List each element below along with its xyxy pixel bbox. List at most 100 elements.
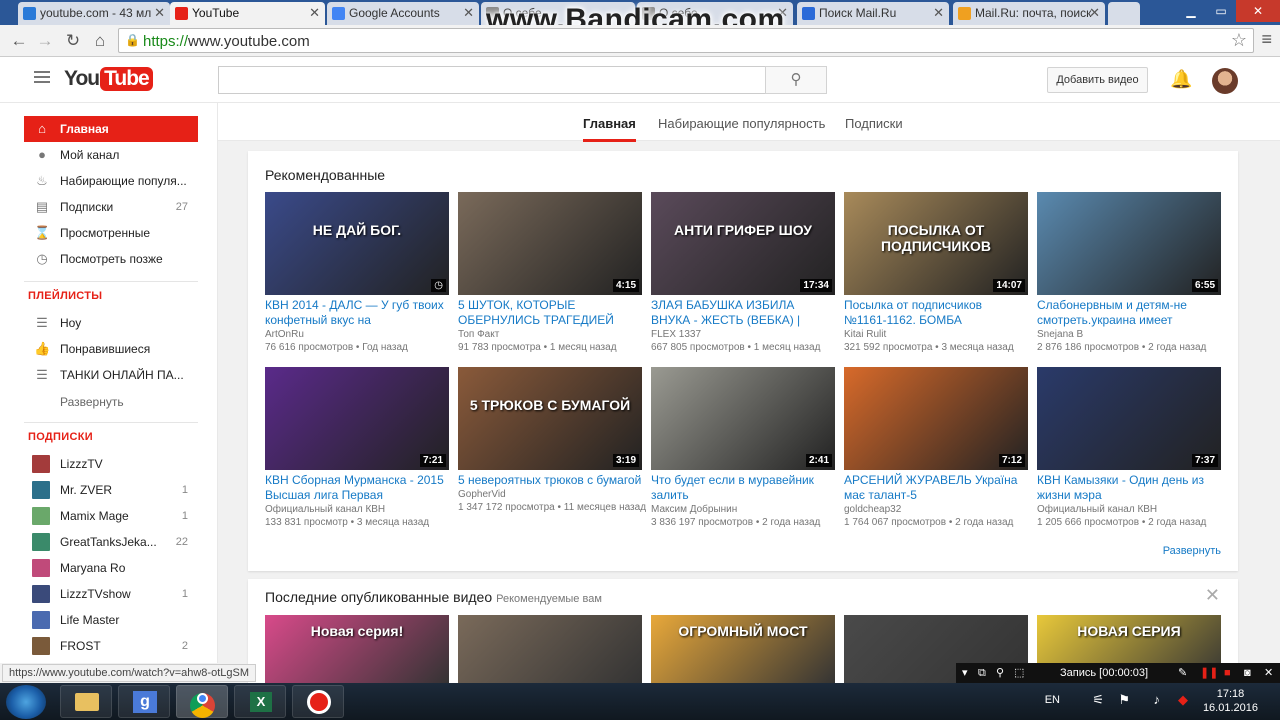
video-title[interactable]: АРСЕНИЙ ЖУРАВЕЛЬ Україна має талант-5 — [844, 473, 1028, 503]
address-bar[interactable]: 🔒 https://www.youtube.com ☆ — [118, 28, 1254, 53]
video-thumbnail[interactable] — [458, 615, 642, 683]
video-card[interactable]: 7:12 АРСЕНИЙ ЖУРАВЕЛЬ Україна має талант-… — [844, 367, 1028, 528]
sidebar-sub-item[interactable]: GreatTanksJeka... 22 — [24, 529, 198, 555]
search-input[interactable] — [218, 66, 766, 94]
language-indicator[interactable]: EN — [1045, 694, 1060, 706]
sidebar-expand-link[interactable]: Развернуть — [60, 395, 124, 409]
speaker-icon[interactable]: ♪ — [1154, 692, 1161, 707]
excel-taskbar-icon[interactable]: X — [234, 685, 286, 718]
close-icon[interactable]: ✕ — [1089, 5, 1100, 21]
channel-name[interactable]: Официальный канал КВН — [265, 504, 449, 515]
window-close-icon[interactable]: ✕ — [1236, 0, 1280, 22]
new-tab-button[interactable] — [1108, 2, 1140, 25]
video-title[interactable]: 5 ШУТОК, КОТОРЫЕ ОБЕРНУЛИСЬ ТРАГЕДИЕЙ — [458, 298, 642, 328]
home-icon[interactable]: ⌂ — [89, 30, 111, 52]
video-thumbnail[interactable]: ОГРОМНЫЙ МОСТ — [651, 615, 835, 683]
video-title[interactable]: ЗЛАЯ БАБУШКА ИЗБИЛА ВНУКА - ЖЕСТЬ (ВЕБКА… — [651, 298, 835, 328]
tab-home[interactable]: Главная — [583, 116, 636, 142]
sidebar-item-subscriptions[interactable]: ▤ Подписки 27 — [24, 194, 198, 220]
browser-tab[interactable]: Google Accounts ✕ — [327, 2, 479, 25]
video-card[interactable]: 5 ТРЮКОВ С БУМАГОЙ 3:19 5 невероятных трюк… — [458, 367, 646, 513]
antivirus-icon[interactable]: ◆ — [1178, 692, 1188, 708]
hamburger-menu-icon[interactable] — [34, 71, 50, 85]
channel-name[interactable]: FLEX 1337 — [651, 329, 835, 340]
explorer-taskbar-icon[interactable] — [60, 685, 112, 718]
tab-trending[interactable]: Набирающие популярность — [658, 116, 825, 131]
video-title[interactable]: Что будет если в муравейник залить — [651, 473, 835, 503]
close-icon[interactable]: ✕ — [309, 5, 320, 21]
sidebar-sub-item[interactable]: Mamix Mage 1 — [24, 503, 198, 529]
channel-name[interactable]: Kitai Rulit — [844, 329, 1028, 340]
video-title[interactable]: КВН Камызяки - Один день из жизни мэра — [1037, 473, 1221, 503]
video-title[interactable]: 5 невероятных трюков с бумагой — [458, 473, 642, 488]
windows-start-icon[interactable] — [6, 685, 46, 719]
sidebar-sub-item[interactable]: FROST 2 — [24, 633, 198, 659]
sidebar-item-playlist[interactable]: ☰ Ноу — [24, 310, 198, 336]
dropdown-icon[interactable]: ▾ — [962, 663, 968, 683]
browser-menu-icon[interactable]: ≡ — [1261, 29, 1272, 50]
user-avatar[interactable] — [1212, 68, 1238, 94]
channel-name[interactable]: ArtOnRu — [265, 329, 449, 340]
video-thumbnail[interactable]: 5 ТРЮКОВ С БУМАГОЙ 3:19 — [458, 367, 642, 470]
sidebar-item-liked[interactable]: 👍 Понравившиеся — [24, 336, 198, 362]
system-clock[interactable]: 17:18 16.01.2016 — [1203, 687, 1258, 715]
video-thumbnail[interactable]: АНТИ ГРИФЕР ШОУ 17:34 — [651, 192, 835, 295]
video-thumbnail[interactable]: 2:41 — [651, 367, 835, 470]
sidebar-sub-item[interactable]: Maryana Ro — [24, 555, 198, 581]
channel-name[interactable]: Топ Факт — [458, 329, 642, 340]
sidebar-sub-item[interactable]: LizzzTV — [24, 451, 198, 477]
video-thumbnail[interactable]: 4:15 — [458, 192, 642, 295]
sidebar-item-my-channel[interactable]: ● Мой канал — [24, 142, 198, 168]
video-card[interactable]: ПОСЫЛКА ОТ ПОДПИСЧИКОВ 14:07 Посылка от по… — [844, 192, 1028, 353]
sidebar-item-playlist[interactable]: ☰ ТАНКИ ОНЛАЙН ПА... — [24, 362, 198, 388]
upload-video-button[interactable]: Добавить видео — [1047, 67, 1148, 93]
video-card[interactable]: 4:15 5 ШУТОК, КОТОРЫЕ ОБЕРНУЛИСЬ ТРАГЕДИЕ… — [458, 192, 642, 353]
google-taskbar-icon[interactable]: g — [118, 685, 170, 718]
video-card[interactable]: НЕ ДАЙ БОГ. ◷ КВН 2014 - ДАЛС — У губ твои… — [265, 192, 449, 353]
chrome-taskbar-icon[interactable] — [176, 685, 228, 718]
bookmark-star-icon[interactable]: ☆ — [1231, 30, 1247, 51]
pen-icon[interactable]: ✎ — [1178, 663, 1187, 683]
back-arrow-icon[interactable]: ← — [8, 30, 30, 52]
video-card[interactable]: Новая серия! — [265, 615, 449, 683]
close-icon[interactable]: ✕ — [933, 5, 944, 21]
camera-icon[interactable]: ◙ — [1244, 663, 1251, 683]
video-thumbnail[interactable]: 7:37 — [1037, 367, 1221, 470]
dismiss-icon[interactable]: ✕ — [1205, 585, 1220, 606]
network-icon[interactable]: ⚟ — [1092, 692, 1104, 708]
video-thumbnail[interactable]: ПОСЫЛКА ОТ ПОДПИСЧИКОВ 14:07 — [844, 192, 1028, 295]
sidebar-sub-item[interactable]: Mr. ZVER 1 — [24, 477, 198, 503]
reload-icon[interactable]: ↻ — [62, 30, 84, 52]
close-icon[interactable]: ✕ — [1264, 663, 1273, 683]
video-thumbnail[interactable]: НЕ ДАЙ БОГ. ◷ — [265, 192, 449, 295]
search-button[interactable]: ⚲ — [765, 66, 827, 94]
maximize-icon[interactable]: ▭ — [1206, 0, 1236, 22]
flag-icon[interactable]: ⚑ — [1118, 692, 1130, 708]
forward-arrow-icon[interactable]: → — [34, 30, 56, 52]
youtube-logo[interactable]: You Tube — [64, 66, 153, 92]
zoom-icon[interactable]: ⚲ — [996, 663, 1004, 683]
video-card[interactable]: АНТИ ГРИФЕР ШОУ 17:34 ЗЛАЯ БАБУШКА ИЗБИЛА … — [651, 192, 835, 353]
minimize-icon[interactable]: ▁ — [1176, 0, 1206, 22]
video-card[interactable]: 7:37 КВН Камызяки - Один день из жизни мэ… — [1037, 367, 1221, 528]
channel-name[interactable]: Официальный канал КВН — [1037, 504, 1221, 515]
channel-name[interactable]: Snejana B — [1037, 329, 1221, 340]
video-card[interactable] — [458, 615, 642, 683]
bandicam-taskbar-icon[interactable] — [292, 685, 344, 718]
video-thumbnail[interactable]: Новая серия! — [265, 615, 449, 683]
close-icon[interactable]: ✕ — [154, 5, 165, 21]
video-thumbnail[interactable]: 7:12 — [844, 367, 1028, 470]
sidebar-sub-item[interactable]: LizzzTVshow 1 — [24, 581, 198, 607]
window-icon[interactable]: ⧉ — [978, 663, 986, 683]
browser-tab[interactable]: youtube.com - 43 мл ✕ — [18, 2, 170, 25]
browser-tab[interactable]: Поиск Mail.Ru ✕ — [797, 2, 949, 25]
watch-later-icon[interactable]: ◷ — [431, 279, 446, 292]
video-thumbnail[interactable]: 7:21 — [265, 367, 449, 470]
close-icon[interactable]: ✕ — [463, 5, 474, 21]
video-card[interactable]: 7:21 КВН Сборная Мурманска - 2015 Высшая … — [265, 367, 449, 528]
channel-name[interactable]: goldcheap32 — [844, 504, 1028, 515]
expand-link[interactable]: Развернуть — [1163, 545, 1221, 557]
video-card[interactable]: 6:55 Слабонервным и детям-не смотреть.укр… — [1037, 192, 1221, 353]
video-card[interactable]: ОГРОМНЫЙ МОСТ — [651, 615, 835, 683]
stop-icon[interactable]: ■ — [1224, 663, 1231, 683]
